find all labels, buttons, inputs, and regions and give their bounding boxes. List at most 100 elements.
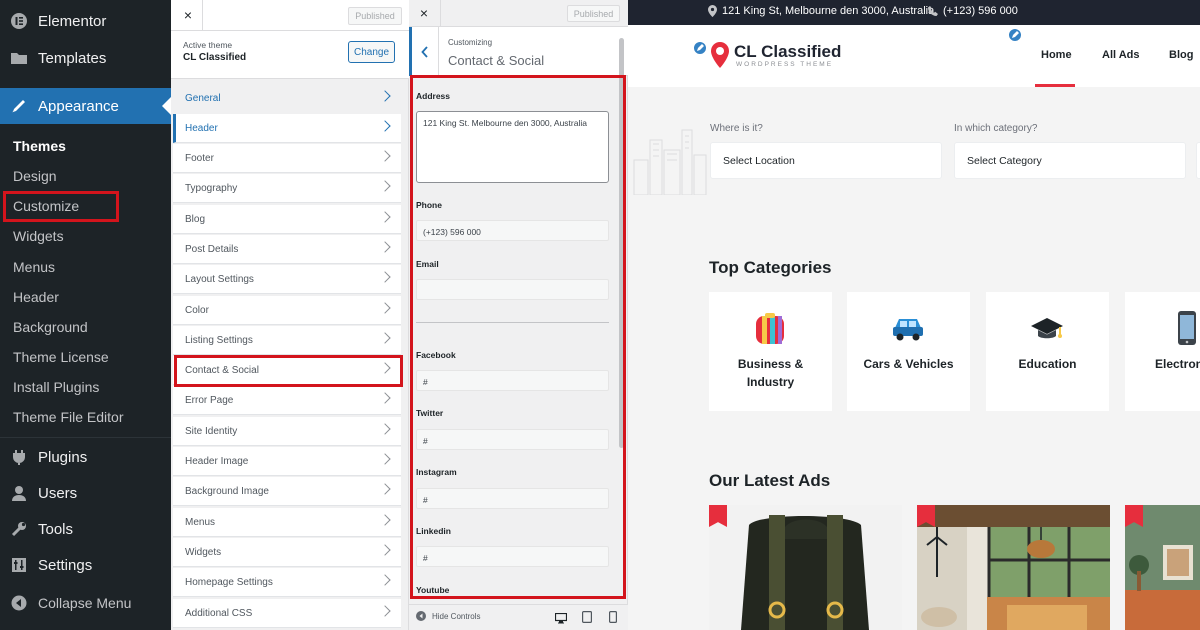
section-error-page[interactable]: Error Page xyxy=(173,386,401,415)
section-label: Post Details xyxy=(185,243,239,255)
graduation-cap-icon xyxy=(1030,316,1064,347)
backpack-image xyxy=(709,505,902,630)
nav-home[interactable]: Home xyxy=(1041,49,1072,61)
menu-label: Tools xyxy=(38,520,74,538)
chevron-right-icon xyxy=(379,574,391,586)
submenu-theme-license[interactable]: Theme License xyxy=(13,349,109,365)
location-select[interactable]: Select Location xyxy=(710,142,942,179)
submenu-header[interactable]: Header xyxy=(13,289,59,305)
submenu-theme-file-editor[interactable]: Theme File Editor xyxy=(13,409,123,425)
category-card-education[interactable]: Education xyxy=(986,292,1109,411)
tablet-preview-icon[interactable] xyxy=(582,610,593,624)
site-preview: 121 King St, Melbourne den 3000, Austral… xyxy=(628,0,1200,630)
published-button[interactable]: Published xyxy=(348,7,402,25)
edit-shortcut-icon[interactable] xyxy=(1007,27,1023,43)
submenu-menus[interactable]: Menus xyxy=(13,259,55,275)
chevron-right-icon xyxy=(379,483,391,495)
section-header[interactable]: Header xyxy=(173,114,401,143)
section-label: Menus xyxy=(185,516,216,528)
section-header-image[interactable]: Header Image xyxy=(173,447,401,476)
section-additional-css[interactable]: Additional CSS xyxy=(173,599,401,628)
section-label: Error Page xyxy=(185,394,234,406)
customizer-panel: × Published Active theme CL Classified C… xyxy=(171,0,409,630)
nav-all-ads[interactable]: All Ads xyxy=(1102,49,1140,61)
submenu-install-plugins[interactable]: Install Plugins xyxy=(13,379,99,395)
menu-templates[interactable]: Templates xyxy=(0,40,171,76)
section-menus[interactable]: Menus xyxy=(173,508,401,537)
third-filter-select[interactable] xyxy=(1196,142,1200,179)
submenu-background[interactable]: Background xyxy=(13,319,88,335)
mobile-preview-icon[interactable] xyxy=(609,610,618,624)
menu-label: Collapse Menu xyxy=(38,595,132,611)
logo-name[interactable]: CL Classified xyxy=(734,42,841,62)
chevron-right-icon xyxy=(379,544,391,556)
menu-appearance[interactable]: Appearance xyxy=(0,88,171,124)
edit-shortcut-icon[interactable] xyxy=(692,40,708,56)
ad-card[interactable] xyxy=(1125,505,1200,630)
section-label: Additional CSS xyxy=(185,607,253,619)
hide-controls-button[interactable]: Hide Controls xyxy=(416,611,480,621)
chevron-right-icon xyxy=(379,241,391,253)
back-button[interactable] xyxy=(409,27,439,76)
menu-tools[interactable]: Tools xyxy=(0,511,171,547)
wrench-icon xyxy=(0,520,38,538)
ad-card[interactable] xyxy=(709,505,902,630)
active-theme-label: Active theme xyxy=(183,40,233,50)
close-contact-panel-button[interactable]: × xyxy=(415,4,433,22)
section-label: Footer xyxy=(185,152,214,164)
section-footer[interactable]: Footer xyxy=(173,144,401,173)
section-listing-settings[interactable]: Listing Settings xyxy=(173,326,401,355)
nav-blog[interactable]: Blog xyxy=(1169,49,1193,61)
menu-users[interactable]: Users xyxy=(0,475,171,511)
top-phone-text: (+123) 596 000 xyxy=(943,5,1018,17)
section-color[interactable]: Color xyxy=(173,296,401,325)
desktop-preview-icon[interactable] xyxy=(554,611,568,624)
top-address: 121 King St, Melbourne den 3000, Austral… xyxy=(708,5,934,17)
customize-highlight-box xyxy=(3,191,119,222)
chevron-right-icon xyxy=(379,180,391,192)
section-post-details[interactable]: Post Details xyxy=(173,235,401,264)
collapse-icon xyxy=(416,611,426,621)
change-theme-button[interactable]: Change xyxy=(348,41,395,63)
category-card-electronics[interactable]: Electron xyxy=(1125,292,1200,411)
panel-title: Contact & Social xyxy=(448,53,545,68)
section-homepage-settings[interactable]: Homepage Settings xyxy=(173,568,401,597)
section-label: Homepage Settings xyxy=(185,576,273,588)
section-background-image[interactable]: Background Image xyxy=(173,477,401,506)
elementor-icon xyxy=(0,12,38,30)
skyline-illustration xyxy=(628,120,708,200)
section-label: Header xyxy=(185,122,218,134)
menu-label: Templates xyxy=(38,49,107,67)
category-card-cars[interactable]: Cars & Vehicles xyxy=(847,292,970,411)
section-site-identity[interactable]: Site Identity xyxy=(173,417,401,446)
menu-plugins[interactable]: Plugins xyxy=(0,439,171,475)
category-select[interactable]: Select Category xyxy=(954,142,1186,179)
living-room-image xyxy=(917,505,1110,630)
section-typography[interactable]: Typography xyxy=(173,174,401,203)
published-button[interactable]: Published xyxy=(567,5,620,22)
chevron-right-icon xyxy=(379,332,391,344)
section-label: Header Image xyxy=(185,455,249,467)
section-blog[interactable]: Blog xyxy=(173,205,401,234)
category-card-business[interactable]: Business & Industry xyxy=(709,292,832,411)
submenu-design[interactable]: Design xyxy=(13,168,57,184)
submenu-themes[interactable]: Themes xyxy=(13,138,66,154)
menu-settings[interactable]: Settings xyxy=(0,547,171,583)
close-customizer-button[interactable]: × xyxy=(179,6,197,24)
menu-label: Users xyxy=(38,484,78,502)
ad-card[interactable] xyxy=(917,505,1110,630)
collapse-menu-button[interactable]: Collapse Menu xyxy=(0,585,171,621)
user-icon xyxy=(0,484,38,502)
section-widgets[interactable]: Widgets xyxy=(173,538,401,567)
section-layout-settings[interactable]: Layout Settings xyxy=(173,265,401,294)
category-label: In which category? xyxy=(954,123,1038,134)
menu-elementor[interactable]: Elementor xyxy=(0,3,171,39)
section-label: Color xyxy=(185,304,209,316)
latest-ads-heading: Our Latest Ads xyxy=(709,471,831,490)
folder-icon xyxy=(0,50,38,66)
top-address-text: 121 King St, Melbourne den 3000, Austral… xyxy=(722,5,935,17)
section-general[interactable]: General xyxy=(173,84,401,113)
top-categories-heading: Top Categories xyxy=(709,258,832,277)
chevron-right-icon xyxy=(379,150,391,162)
submenu-widgets[interactable]: Widgets xyxy=(13,228,64,244)
